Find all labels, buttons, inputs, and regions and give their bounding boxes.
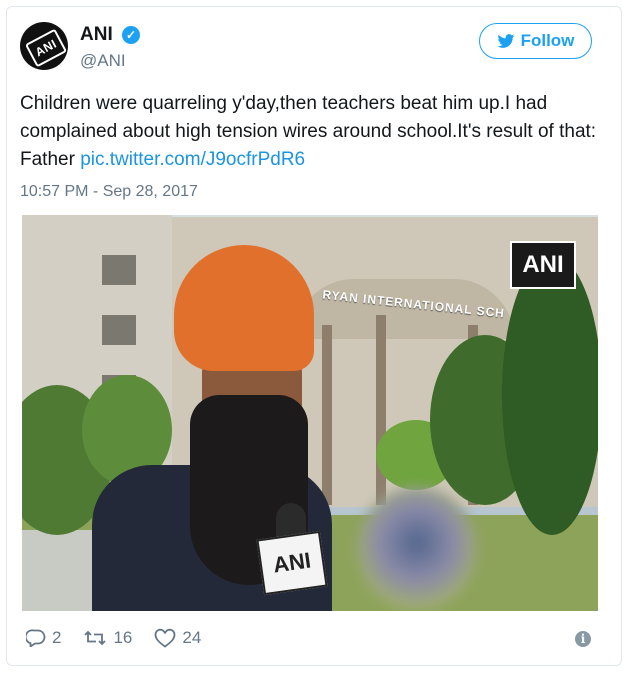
reply-count: 2 <box>52 628 62 647</box>
avatar[interactable]: ANI <box>20 22 68 70</box>
blurred-child <box>357 487 477 611</box>
follow-button[interactable]: Follow <box>479 23 592 59</box>
retweet-count: 16 <box>113 628 133 647</box>
retweet-button[interactable]: 16 <box>83 628 132 648</box>
info-icon[interactable]: i <box>575 631 591 647</box>
follow-label: Follow <box>520 31 575 50</box>
tweet-timestamp[interactable]: 10:57 PM - Sep 28, 2017 <box>20 183 198 201</box>
reply-icon <box>26 629 46 647</box>
mic-flag: ANI <box>256 530 328 596</box>
account-name[interactable]: ANI <box>80 24 113 46</box>
like-button[interactable]: 24 <box>154 628 201 648</box>
ani-logo: ANI <box>24 28 68 68</box>
account-handle[interactable]: @ANI <box>80 51 126 71</box>
tweet-media-link[interactable]: pic.twitter.com/J9ocfrPdR6 <box>80 149 305 170</box>
like-count: 24 <box>182 628 202 647</box>
tweet-photo[interactable]: RYAN INTERNATIONAL SCH ANI ANI <box>22 215 598 611</box>
twitter-bird-icon <box>497 33 514 48</box>
ani-microphone: ANI <box>256 503 328 611</box>
retweet-icon <box>84 630 107 646</box>
heart-icon <box>154 628 176 648</box>
verified-badge-icon: ✓ <box>122 26 140 44</box>
ani-watermark: ANI <box>510 241 576 289</box>
tweet-actions: 2 16 24 <box>26 628 223 648</box>
tweet-text: Children were quarreling y'day,then teac… <box>20 90 600 174</box>
reply-button[interactable]: 2 <box>26 628 61 648</box>
